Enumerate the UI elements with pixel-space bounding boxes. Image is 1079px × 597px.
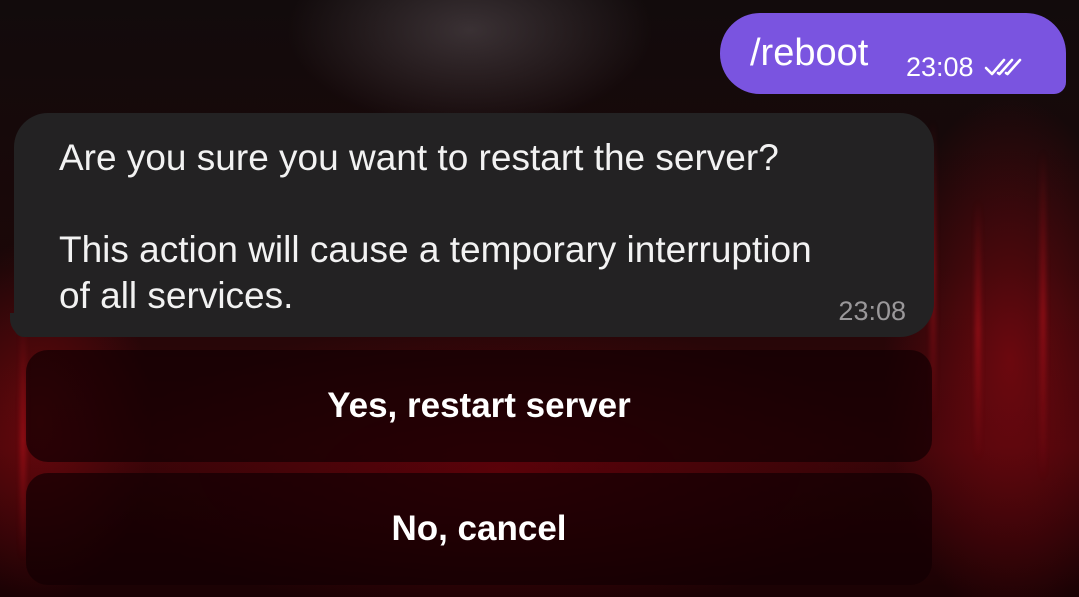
background-streak [975, 200, 981, 460]
no-cancel-button[interactable]: No, cancel [26, 473, 932, 585]
incoming-message-time: 23:08 [838, 296, 906, 326]
incoming-message-warning-line2: of all services. [59, 275, 294, 316]
outgoing-message[interactable]: /reboot 23:08 [720, 13, 1066, 94]
yes-restart-server-button[interactable]: Yes, restart server [26, 350, 932, 462]
outgoing-message-time: 23:08 [906, 52, 974, 82]
double-check-icon [984, 58, 1021, 76]
outgoing-message-text: /reboot [750, 32, 869, 74]
incoming-message-warning-line1: This action will cause a temporary inter… [59, 229, 812, 270]
outgoing-message-meta: 23:08 [906, 51, 1022, 83]
incoming-message[interactable]: Are you sure you want to restart the ser… [10, 113, 934, 337]
background-streak [1040, 150, 1046, 480]
incoming-message-question: Are you sure you want to restart the ser… [59, 137, 779, 178]
